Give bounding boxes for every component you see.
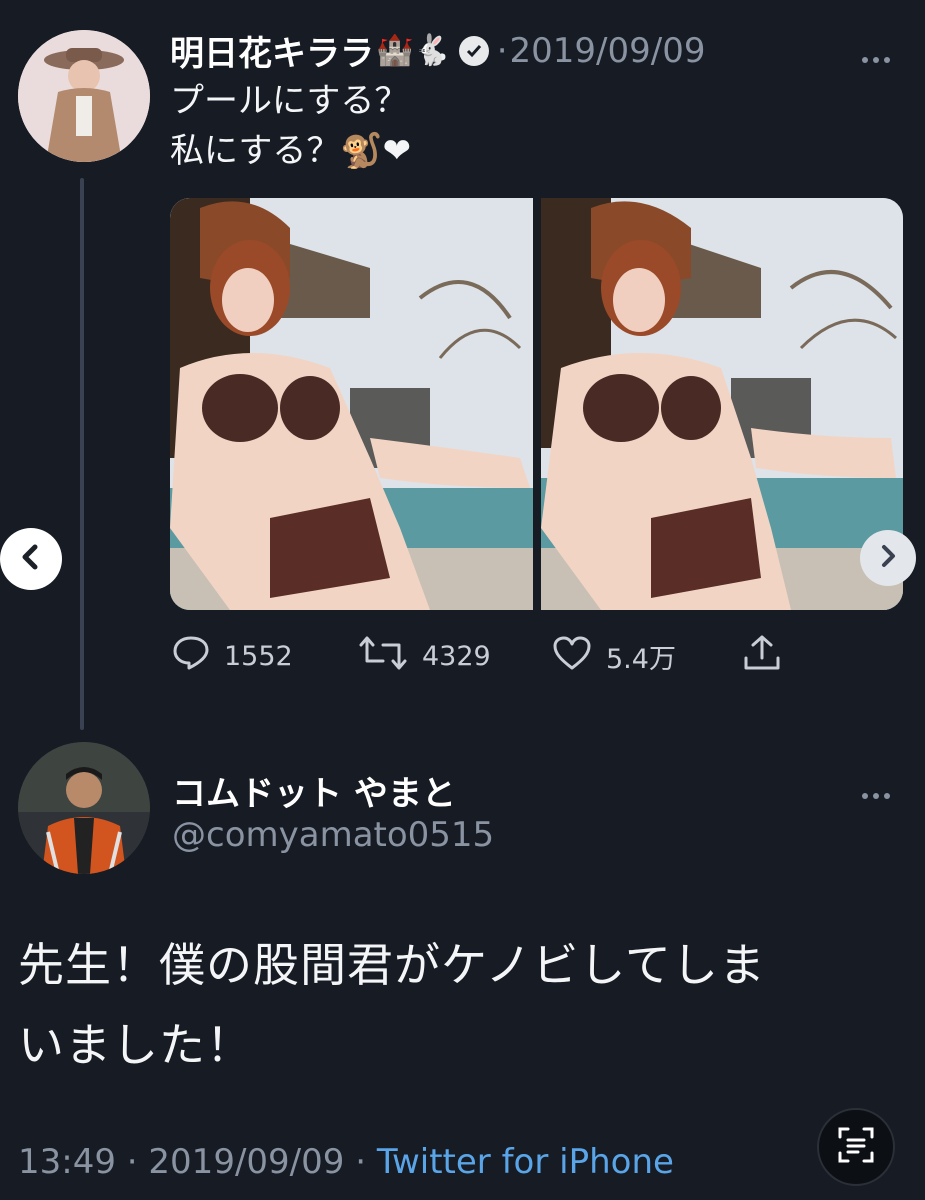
like-icon: [552, 635, 592, 678]
thread-line: [80, 178, 84, 730]
tweet-text: プールにする？ 私にする？🐒❤: [170, 76, 411, 176]
reply-icon: [172, 635, 210, 678]
retweet-icon: [358, 635, 408, 678]
more-icon[interactable]: [862, 784, 895, 803]
separator: ·: [126, 1142, 138, 1182]
chevron-left-icon: [17, 543, 45, 575]
scan-text-button[interactable]: [817, 1108, 895, 1186]
source-link[interactable]: Twitter for iPhone: [377, 1142, 674, 1182]
retweet-button[interactable]: 4329: [358, 636, 491, 676]
previous-image-button[interactable]: [0, 528, 62, 590]
tweet-text-line: 私にする？🐒❤: [170, 131, 412, 171]
avatar[interactable]: [18, 30, 150, 162]
reply-button[interactable]: 1552: [172, 636, 293, 676]
like-count: 5.4万: [606, 643, 676, 675]
tweet-text-line: いました！: [18, 1018, 253, 1072]
tweet-header: 明日花キララ 🏰🐇 · 2019/09/09: [170, 26, 706, 75]
reply-count: 1552: [224, 640, 293, 672]
display-name[interactable]: 明日花キララ: [170, 26, 374, 75]
verified-icon: [458, 35, 489, 66]
retweet-count: 4329: [422, 640, 491, 672]
tweet-date: 2019/09/09: [148, 1142, 345, 1182]
like-button[interactable]: 5.4万: [552, 636, 676, 676]
media-image[interactable]: [170, 198, 533, 610]
name-emojis: 🏰🐇: [376, 33, 451, 68]
media-image[interactable]: [541, 198, 903, 610]
separator: ·: [355, 1142, 367, 1182]
display-name[interactable]: コムドット やまと: [172, 766, 456, 815]
tweet-footer: 13:49 · 2019/09/09 · Twitter for iPhone: [18, 1142, 674, 1182]
separator: ·: [496, 30, 508, 71]
share-icon: [742, 634, 782, 679]
next-image-button[interactable]: [860, 530, 916, 586]
share-button[interactable]: [742, 634, 782, 679]
tweet-date[interactable]: 2019/09/09: [510, 31, 706, 71]
tweet-time: 13:49: [18, 1142, 116, 1182]
more-icon[interactable]: [862, 48, 895, 67]
tweet-text: 先生！僕の股間君がケノビしてしま いました！: [18, 925, 908, 1085]
avatar[interactable]: [18, 742, 150, 874]
tweet-text-line: 先生！僕の股間君がケノビしてしま: [18, 938, 766, 992]
scan-text-icon: [836, 1125, 876, 1169]
tweet-text-line: プールにする？: [170, 81, 409, 121]
user-handle[interactable]: @comyamato0515: [172, 815, 494, 855]
chevron-right-icon: [875, 543, 901, 573]
